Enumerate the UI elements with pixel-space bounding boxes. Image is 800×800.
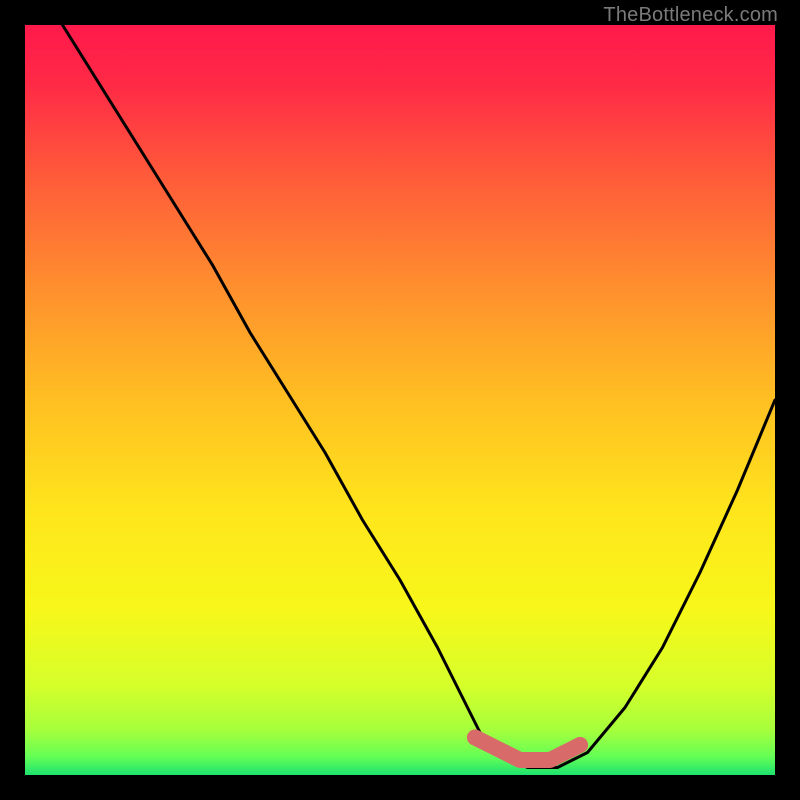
chart-container: TheBottleneck.com [0, 0, 800, 800]
bottleneck-plot [25, 25, 775, 775]
plot-svg [25, 25, 775, 775]
watermark-text: TheBottleneck.com [603, 4, 778, 27]
optimal-band-endpoint [467, 730, 483, 746]
optimal-band-endpoint [572, 737, 588, 753]
gradient-background [25, 25, 775, 775]
